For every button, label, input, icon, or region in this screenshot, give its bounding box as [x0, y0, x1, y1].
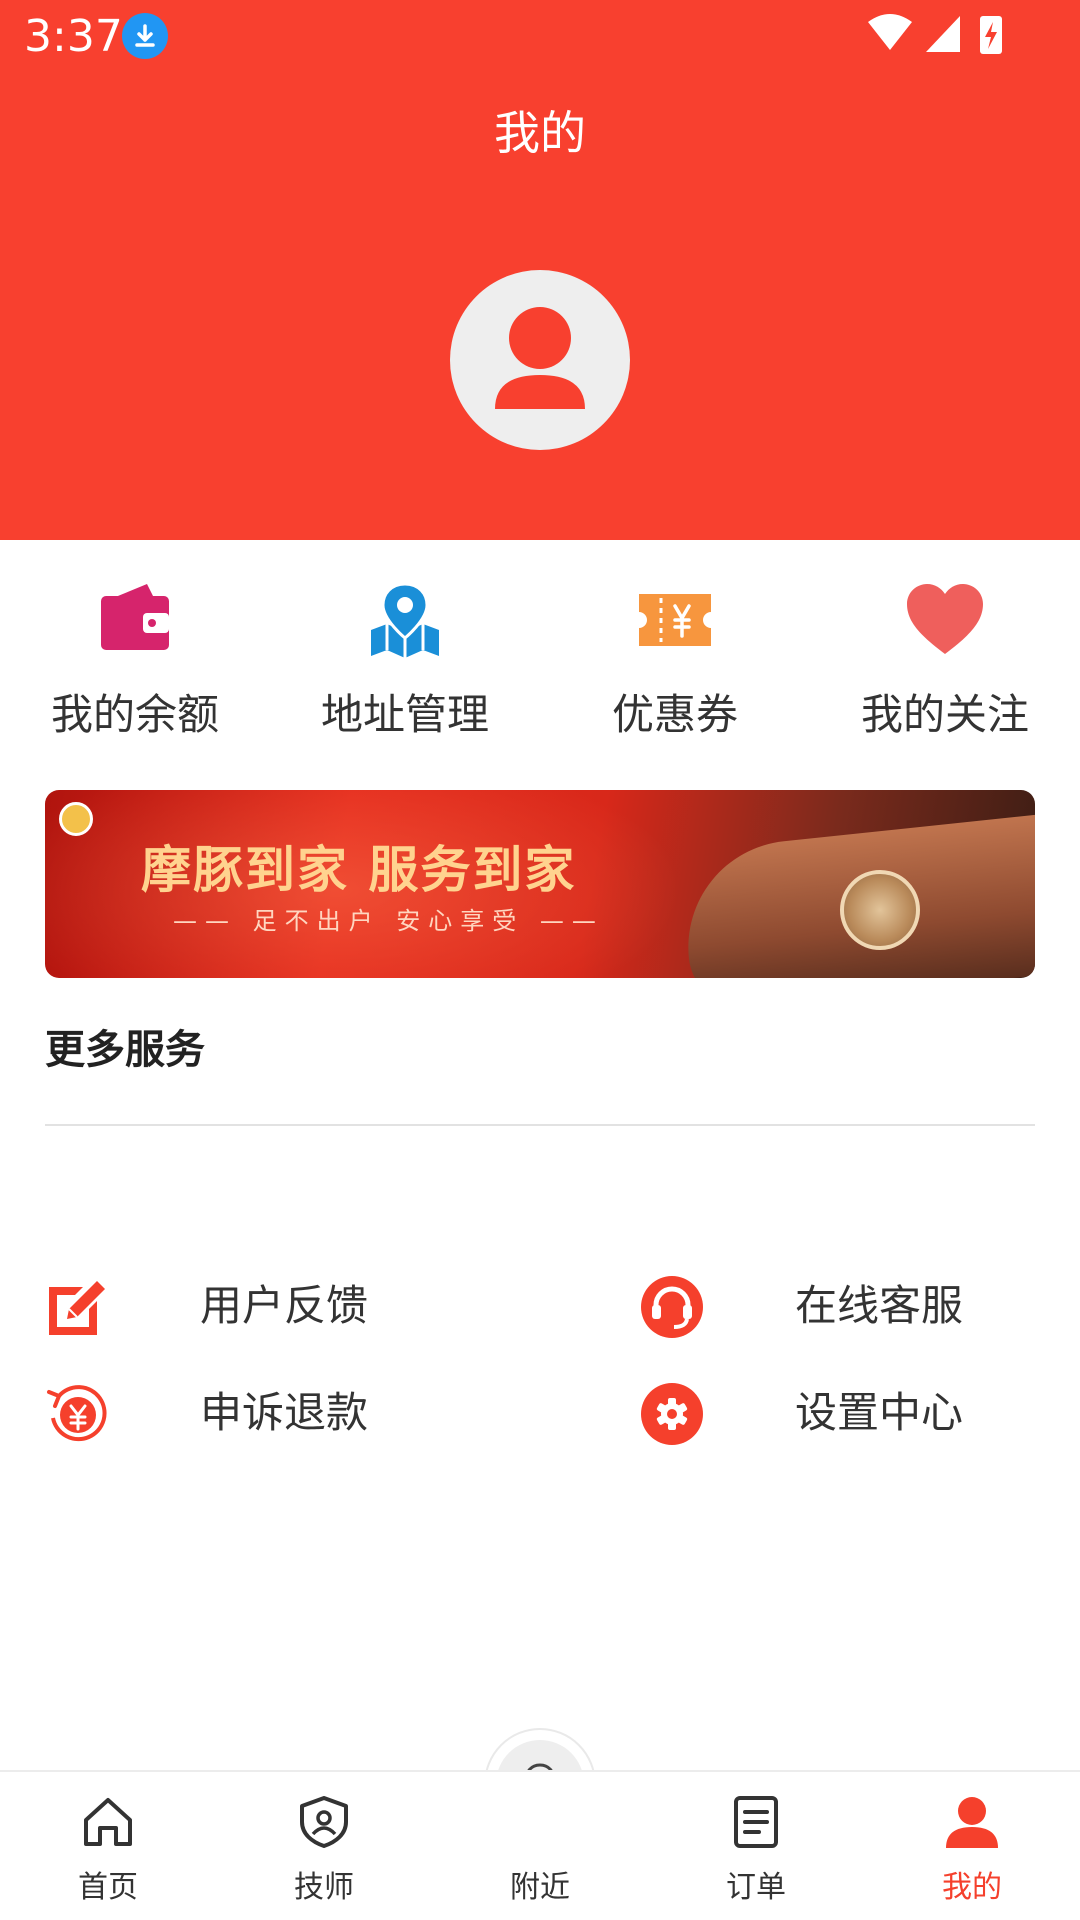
wifi-icon — [868, 14, 912, 50]
tab-home[interactable]: 首页 — [0, 1772, 216, 1920]
status-time: 3:37 — [24, 11, 123, 62]
tab-nearby[interactable]: 附近 — [432, 1772, 648, 1920]
tab-orders-label: 订单 — [726, 1870, 786, 1905]
bottom-tab-bar: 首页 技师 附近 订单 我的 — [0, 1770, 1080, 1920]
balance-action[interactable]: 我的余额 — [0, 580, 270, 750]
settings-icon — [641, 1383, 703, 1445]
settings-label: 设置中心 — [795, 1388, 964, 1437]
follow-label: 我的关注 — [860, 690, 1029, 739]
tab-nearby-label: 附近 — [510, 1870, 570, 1905]
address-action[interactable]: 地址管理 — [270, 580, 540, 750]
tab-technician-label: 技师 — [294, 1870, 354, 1905]
map-pin-icon — [371, 582, 439, 658]
feedback-item[interactable]: 用户反馈 — [45, 1265, 445, 1345]
page-title: 我的 — [494, 106, 586, 160]
customer-service-item[interactable]: 在线客服 — [640, 1265, 1040, 1345]
customer-service-label: 在线客服 — [795, 1281, 964, 1330]
tab-orders[interactable]: 订单 — [648, 1772, 864, 1920]
tab-mine-label: 我的 — [942, 1870, 1002, 1905]
banner-headline: 摩豚到家 服务到家 — [141, 841, 577, 899]
refund-item[interactable]: 申诉退款 — [45, 1372, 445, 1452]
headset-icon — [641, 1276, 703, 1338]
follow-action[interactable]: 我的关注 — [810, 580, 1080, 750]
quick-actions: 我的余额 地址管理 优惠券 我的关注 — [0, 580, 1080, 750]
system-status-icons — [868, 14, 1002, 54]
heart-icon — [907, 584, 983, 654]
tab-home-label: 首页 — [78, 1870, 138, 1905]
user-avatar-icon — [495, 307, 585, 409]
settings-item[interactable]: 设置中心 — [640, 1372, 1040, 1452]
user-icon — [946, 1797, 998, 1848]
address-label: 地址管理 — [320, 690, 489, 739]
towel-image — [840, 870, 920, 950]
technician-icon — [300, 1796, 348, 1848]
profile-header: 3:37 我的 — [0, 0, 1080, 540]
coupon-icon — [639, 594, 711, 646]
section-divider — [45, 1124, 1035, 1126]
edit-icon — [49, 1281, 105, 1335]
promo-banner[interactable]: 摩豚到家 服务到家 —— 足不出户 安心享受 —— — [45, 790, 1035, 978]
coupon-label: 优惠券 — [611, 690, 738, 739]
tab-technician[interactable]: 技师 — [216, 1772, 432, 1920]
banner-subtitle: —— 足不出户 安心享受 —— — [173, 907, 604, 935]
refund-icon — [47, 1385, 107, 1442]
signal-icon — [926, 16, 960, 52]
more-services-title: 更多服务 — [45, 1027, 205, 1073]
coupon-action[interactable]: 优惠券 — [540, 580, 810, 750]
status-bar: 3:37 — [0, 0, 1080, 75]
balance-label: 我的余额 — [50, 690, 219, 739]
wallet-icon — [101, 584, 169, 650]
brand-logo-icon — [59, 802, 93, 836]
home-icon — [84, 1798, 132, 1846]
tab-mine[interactable]: 我的 — [864, 1772, 1080, 1920]
order-icon — [734, 1796, 778, 1848]
download-icon — [122, 13, 168, 59]
refund-label: 申诉退款 — [200, 1388, 369, 1437]
avatar[interactable] — [450, 270, 630, 450]
feedback-label: 用户反馈 — [200, 1281, 369, 1330]
